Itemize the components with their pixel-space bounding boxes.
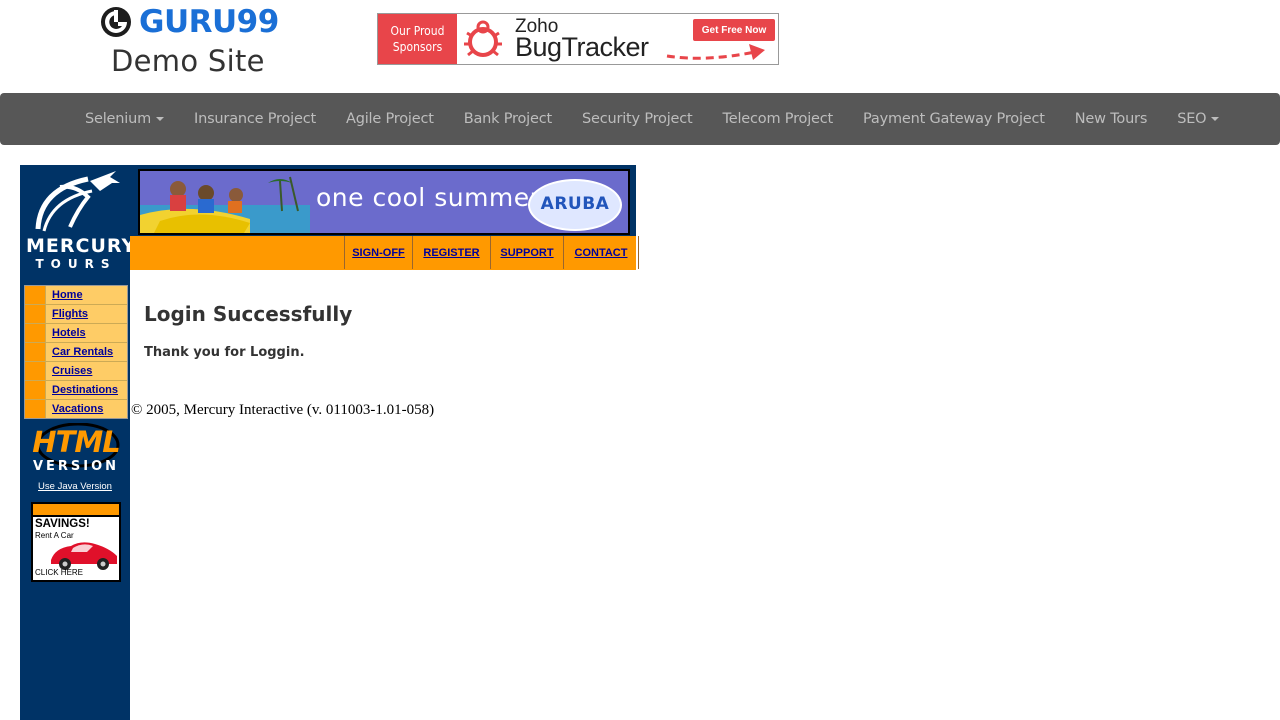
side-menu-link[interactable]: Flights (52, 308, 88, 320)
sponsor-label-line1: Our Proud (390, 24, 445, 38)
nav-item-label: Telecom Project (722, 111, 834, 127)
nav-item-bank-project[interactable]: Bank Project (449, 93, 567, 145)
top-link-contact[interactable]: CONTACT (564, 236, 639, 269)
caret-down-icon (1211, 117, 1220, 121)
mercury-top-links: SIGN-OFF REGISTER SUPPORT CONTACT (344, 236, 639, 269)
nav-item-agile-project[interactable]: Agile Project (331, 93, 449, 145)
sponsor-label-line2: Sponsors (392, 40, 443, 54)
site-header: GURU99 Demo Site Our Proud Sponsors Zoho… (0, 0, 1280, 93)
side-menu-link[interactable]: Destinations (52, 384, 118, 396)
mercury-sidebar: MERCURY TOURS Home Flights Hotels Car Renta… (20, 165, 137, 720)
savings-click-here: CLICK HERE (35, 568, 84, 577)
menu-bullet (25, 400, 46, 418)
mercury-side-menu: Home Flights Hotels Car Rentals Cruises Desti… (24, 285, 128, 419)
nav-item-insurance-project[interactable]: Insurance Project (179, 93, 331, 145)
use-java-version-link[interactable]: Use Java Version (20, 481, 130, 492)
nav-item-label: Security Project (581, 111, 693, 127)
side-menu-item-hotels: Hotels (25, 324, 127, 343)
side-menu-link[interactable]: Cruises (52, 365, 92, 377)
version-text: VERSION (32, 459, 120, 474)
guru99-logo-icon (101, 7, 131, 37)
banner-slogan: one cool summer (316, 183, 541, 212)
side-menu-item-vacations: Vacations (25, 400, 127, 418)
copyright-text: © 2005, Mercury Interactive (v. 011003-1… (131, 402, 435, 418)
menu-bullet (25, 362, 46, 380)
login-message: Thank you for Loggin. (144, 345, 305, 360)
aruba-badge-text: ARUBA (540, 194, 610, 214)
beach-scene-image (140, 171, 310, 233)
html-text: HTML (32, 425, 120, 459)
menu-bullet (25, 324, 46, 342)
side-menu-item-flights: Flights (25, 305, 127, 324)
menu-bullet (25, 381, 46, 399)
mercury-top-nav: SIGN-OFF REGISTER SUPPORT CONTACT (130, 236, 639, 270)
top-link-sign-off[interactable]: SIGN-OFF (345, 236, 413, 269)
nav-item-label: Payment Gateway Project (863, 111, 1045, 127)
bugtracker-label: BugTracker (515, 32, 649, 62)
bug-icon (464, 20, 502, 57)
side-menu-item-cruises: Cruises (25, 362, 127, 381)
brand-subtitle: Demo Site (111, 44, 265, 78)
nav-item-new-tours[interactable]: New Tours (1060, 93, 1162, 145)
aruba-badge: ARUBA (528, 179, 622, 231)
side-menu-item-car-rentals: Car Rentals (25, 343, 127, 362)
savings-ad[interactable]: SAVINGS! Rent A Car CLICK HERE (31, 502, 121, 582)
nav-item-selenium[interactable]: Selenium (70, 93, 179, 145)
car-icon (51, 542, 117, 570)
guru99-logo[interactable]: GURU99 Demo Site (100, 4, 279, 84)
nav-item-payment-gateway-project[interactable]: Payment Gateway Project (848, 93, 1060, 145)
top-link-support[interactable]: SUPPORT (491, 236, 564, 269)
caret-down-icon (156, 117, 165, 121)
side-menu-link[interactable]: Home (52, 289, 83, 301)
mercury-tours-logo: MERCURY TOURS (20, 165, 137, 277)
menu-bullet (25, 286, 46, 304)
side-menu-link[interactable]: Hotels (52, 327, 86, 339)
side-menu-item-destinations: Destinations (25, 381, 127, 400)
menu-bullet (25, 343, 46, 361)
brand-name: GURU99 (139, 4, 279, 40)
tours-logo-text: TOURS (35, 257, 117, 271)
nav-item-label: SEO (1177, 111, 1207, 127)
side-menu-item-home: Home (25, 286, 127, 305)
nav-item-label: Agile Project (345, 111, 434, 127)
plane-logo-icon (35, 171, 120, 232)
nav-item-security-project[interactable]: Security Project (567, 93, 708, 145)
html-version-badge: HTML VERSION (26, 423, 126, 477)
sponsor-label: Our Proud Sponsors (378, 14, 457, 64)
mercury-logo-text: MERCURY (26, 235, 137, 257)
main-navbar: Selenium Insurance Project Agile Project Ba… (0, 93, 1280, 145)
aruba-banner[interactable]: one cool summer ARUBA (138, 169, 630, 235)
savings-title: SAVINGS! (35, 518, 90, 530)
top-link-register[interactable]: REGISTER (413, 236, 491, 269)
page-title: Login Successfully (144, 302, 353, 326)
nav-list: Selenium Insurance Project Agile Project Ba… (70, 93, 1234, 145)
nav-item-label: New Tours (1074, 111, 1148, 127)
nav-item-seo[interactable]: SEO (1162, 93, 1234, 145)
nav-item-label: Selenium (85, 111, 152, 127)
nav-item-telecom-project[interactable]: Telecom Project (708, 93, 848, 145)
arrow-icon (666, 44, 765, 60)
sponsor-banner[interactable]: Our Proud Sponsors Zoho BugTracker Get F… (377, 13, 779, 65)
side-menu-link[interactable]: Car Rentals (52, 346, 113, 358)
nav-item-label: Insurance Project (194, 111, 316, 127)
nav-item-label: Bank Project (463, 111, 552, 127)
side-menu-link[interactable]: Vacations (52, 403, 103, 415)
menu-bullet (25, 305, 46, 323)
mercury-topbar: one cool summer ARUBA SIGN-OFF REGISTER SU… (130, 165, 639, 270)
